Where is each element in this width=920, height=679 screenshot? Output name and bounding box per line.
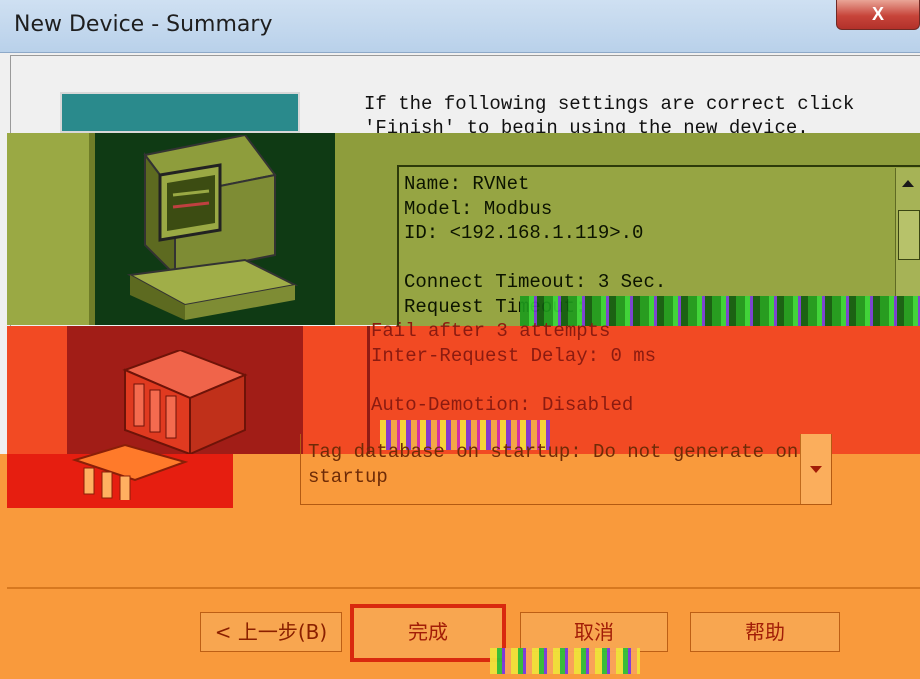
scroll-down-icon[interactable]: [810, 466, 822, 473]
summary-tag-database: Tag database on startup: Do not generate…: [308, 441, 799, 463]
close-button[interactable]: X: [836, 0, 920, 30]
help-button[interactable]: 帮助: [690, 612, 840, 652]
scroll-grip-icon[interactable]: [898, 210, 920, 260]
summary-fail-after: Fail after 3 attempts: [371, 320, 611, 342]
computer-icon: [126, 135, 299, 320]
summary-lines-visible-b: Fail after 3 attempts Inter-Request Dela…: [371, 319, 656, 417]
intro-line-1: If the following settings are correct cl…: [364, 93, 855, 115]
summary-startup: startup: [308, 465, 388, 488]
summary-id: ID: <192.168.1.119>.0: [404, 222, 644, 244]
device-cabinet-reflection: [71, 443, 189, 500]
summary-name: Name: RVNet: [404, 173, 530, 195]
new-device-summary-dialog: New Device - Summary X If the following …: [0, 0, 920, 679]
scroll-up-icon[interactable]: [902, 180, 914, 187]
title-bar: New Device - Summary X: [0, 0, 920, 53]
summary-model: Model: Modbus: [404, 197, 553, 220]
window-title: New Device - Summary: [14, 12, 273, 37]
summary-inter-request-delay: Inter-Request Delay: 0 ms: [371, 344, 657, 367]
band-left-stripe: [7, 133, 95, 325]
summary-auto-demotion: Auto-Demotion: Disabled: [371, 393, 634, 416]
device-cabinet-icon: [122, 350, 248, 454]
summary-scrollbar-lower[interactable]: [800, 434, 831, 504]
summary-connect-timeout: Connect Timeout: 3 Sec.: [404, 271, 667, 293]
back-button[interactable]: < 上一步(B): [200, 612, 342, 652]
glitch-noise-3: [490, 648, 640, 674]
finish-button-label: 完成: [408, 620, 448, 644]
finish-button[interactable]: 完成: [350, 604, 506, 662]
cancel-button[interactable]: 取消: [520, 612, 668, 652]
wizard-image-top: [60, 92, 300, 133]
button-divider: [7, 587, 920, 589]
summary-lines-visible-c: Tag database on startup: Do not generate…: [308, 440, 798, 489]
